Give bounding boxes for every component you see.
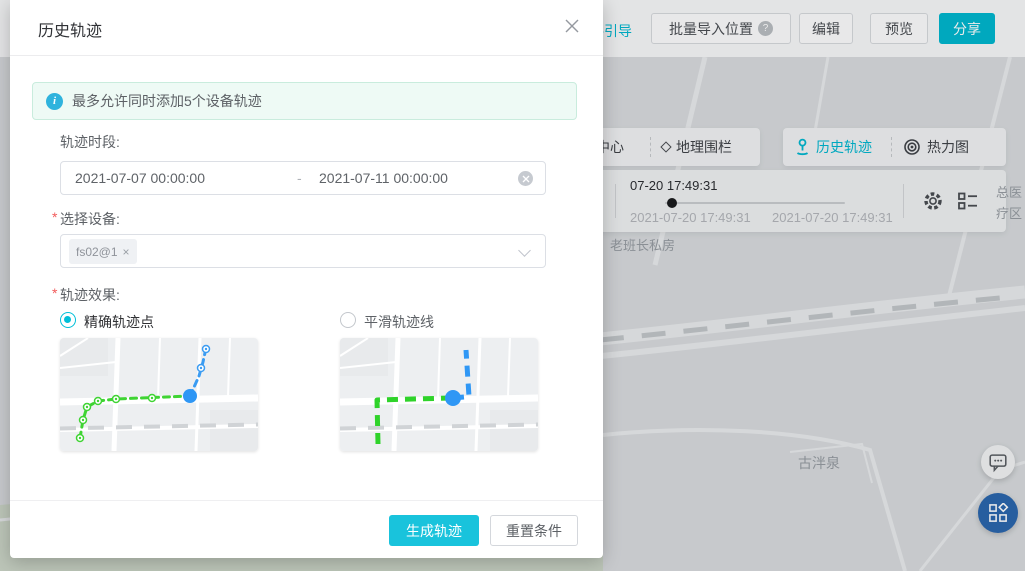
clear-date-icon[interactable] bbox=[518, 171, 533, 186]
chevron-down-icon bbox=[518, 244, 531, 257]
device-tag: fs02@1 × bbox=[69, 239, 137, 264]
generate-track-button[interactable]: 生成轨迹 bbox=[389, 515, 479, 546]
device-select[interactable]: fs02@1 × bbox=[60, 234, 546, 268]
reset-conditions-button[interactable]: 重置条件 bbox=[490, 515, 578, 546]
info-icon: i bbox=[46, 93, 63, 110]
smooth-track-preview bbox=[340, 338, 538, 451]
precise-track-preview bbox=[60, 338, 258, 451]
required-mark: * bbox=[52, 209, 57, 225]
effect-label: 轨迹效果: bbox=[60, 285, 120, 305]
dialog-footer-divider bbox=[10, 500, 603, 501]
device-label: 选择设备: bbox=[60, 209, 120, 229]
info-alert: i 最多允许同时添加5个设备轨迹 bbox=[32, 82, 577, 120]
radio-precise-label[interactable]: 精确轨迹点 bbox=[84, 312, 154, 332]
radio-smooth-label[interactable]: 平滑轨迹线 bbox=[364, 312, 434, 332]
device-tag-label: fs02@1 bbox=[76, 245, 118, 259]
period-label: 轨迹时段: bbox=[60, 132, 120, 152]
radio-precise-track[interactable] bbox=[60, 312, 76, 328]
info-alert-text: 最多允许同时添加5个设备轨迹 bbox=[72, 91, 262, 111]
date-range-input[interactable]: 2021-07-07 00:00:00 - 2021-07-11 00:00:0… bbox=[60, 161, 546, 195]
dialog-title: 历史轨迹 bbox=[38, 17, 102, 41]
close-icon[interactable] bbox=[563, 17, 581, 35]
date-separator: - bbox=[297, 170, 302, 186]
date-start-value: 2021-07-07 00:00:00 bbox=[75, 170, 205, 186]
date-end-value: 2021-07-11 00:00:00 bbox=[319, 170, 448, 186]
history-track-dialog: 历史轨迹 i 最多允许同时添加5个设备轨迹 轨迹时段: 2021-07-07 0… bbox=[10, 0, 603, 558]
required-mark: * bbox=[52, 285, 57, 301]
dialog-header-divider bbox=[10, 55, 603, 56]
app-root: 新手引导 批量导入位置 ? 编辑 预览 分享 中心 地理围栏 bbox=[0, 0, 1025, 571]
tag-close-icon[interactable]: × bbox=[123, 245, 130, 259]
radio-smooth-track[interactable] bbox=[340, 312, 356, 328]
